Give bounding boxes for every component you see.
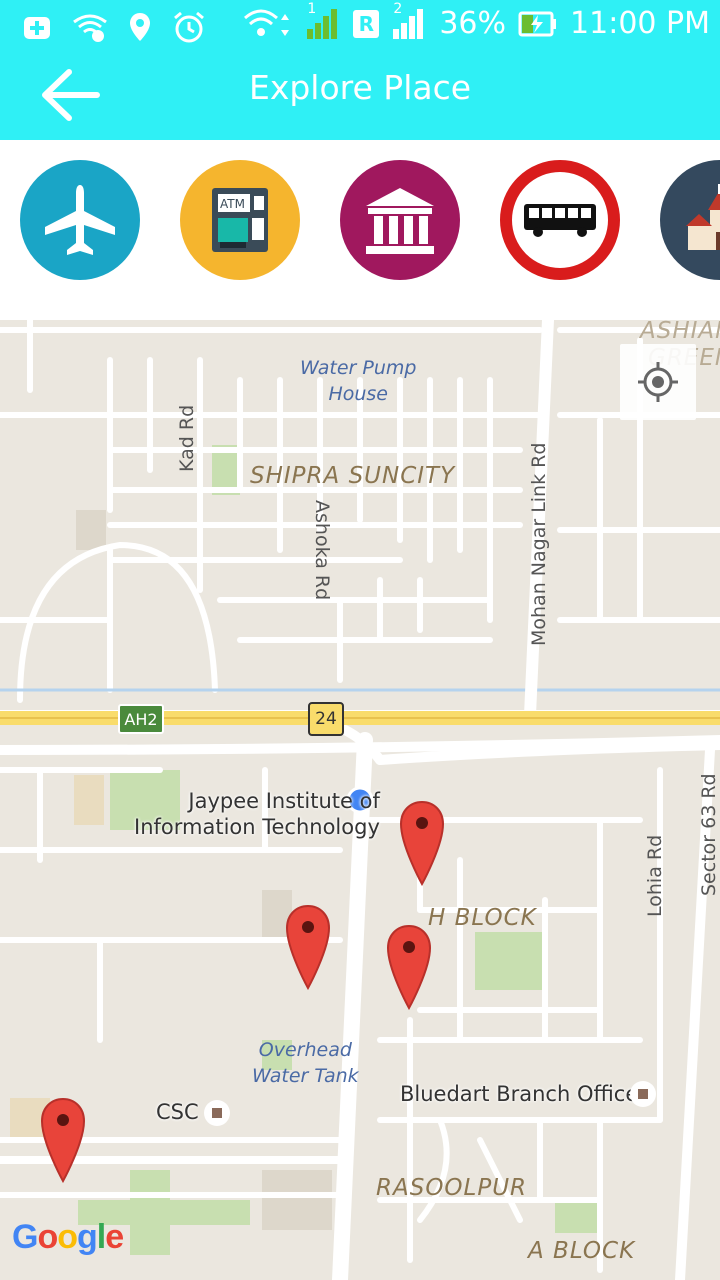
label-overhead-water-tank: Overhead Water Tank (252, 1037, 359, 1089)
svg-text:Google: Google (12, 1218, 123, 1256)
label-bluedart: Bluedart Branch Office (400, 1082, 639, 1106)
church-icon (686, 184, 720, 250)
map-marker[interactable] (285, 904, 331, 990)
area-label-shipra-suncity: SHIPRA SUNCITY (250, 463, 456, 489)
status-left-icons (22, 10, 206, 44)
label-line: Information Technology (134, 815, 380, 839)
area-label-ashiana: ASHIANA (640, 320, 720, 344)
road-label-sector-63-rd: Sector 63 Rd (698, 773, 720, 896)
poi-bluedart[interactable] (630, 1081, 656, 1107)
building-area (76, 510, 106, 550)
my-location-button[interactable] (620, 344, 696, 420)
category-bank[interactable] (340, 160, 460, 280)
battery-percent: 36% (439, 6, 507, 41)
category-airport[interactable] (20, 160, 140, 280)
sim1-label: 1 (307, 0, 317, 17)
highway-shield-ah2: AH2 (118, 704, 164, 734)
bank-icon (366, 188, 434, 254)
status-bar: 1 R 2 36% 11:00 PM (0, 0, 720, 50)
road-label-ashoka-rd: Ashoka Rd (311, 500, 333, 601)
shield-label: 24 (315, 709, 337, 729)
category-bus-station[interactable] (500, 160, 620, 280)
label-csc: CSC (156, 1100, 199, 1124)
area-label-h-block: H BLOCK (428, 905, 537, 931)
poi-csc[interactable] (204, 1100, 230, 1126)
highway-shield-24: 24 (308, 702, 344, 736)
area-label-a-block: A BLOCK (528, 1238, 636, 1264)
park-area (555, 1198, 600, 1233)
shield-label: AH2 (124, 709, 158, 729)
battery-charging-icon (518, 11, 557, 36)
label-line: Overhead (258, 1039, 352, 1061)
wifi-icon (244, 9, 290, 36)
map-view[interactable]: AH2 24 SHIPRA SUNCITY H BLOCK RASOOLPUR … (0, 320, 720, 1280)
status-right-icons: 1 R 2 36% 11:00 PM (243, 1, 710, 41)
map-marker[interactable] (40, 1097, 86, 1183)
park-area (74, 775, 104, 825)
google-logo-image: Google (12, 1218, 124, 1256)
label-jaypee-institute: Jaypee Institute of Information Technolo… (134, 788, 380, 840)
app-bar: Explore Place (0, 50, 720, 140)
sim2-label: 2 (393, 0, 403, 17)
sim1-signal-icon: 1 (305, 1, 341, 41)
label-line: House (328, 383, 388, 405)
location-icon (130, 13, 150, 41)
map-marker[interactable] (399, 800, 445, 886)
label-line: Water Pump (300, 357, 417, 379)
category-atm[interactable]: ATM (180, 160, 300, 280)
roaming-label: R (358, 11, 375, 36)
park-area (475, 932, 543, 990)
category-church[interactable] (660, 160, 720, 280)
road-label-lohia-rd: Lohia Rd (644, 834, 666, 917)
label-line: Jaypee Institute of (188, 789, 380, 813)
label-water-pump-house: Water Pump House (300, 355, 416, 407)
roaming-badge: R (353, 9, 380, 38)
sim2-signal-icon: 2 (391, 1, 427, 41)
category-strip[interactable]: ATM (0, 140, 720, 320)
road-label-kad-rd: Kad Rd (176, 404, 198, 472)
google-logo: Google (12, 1217, 128, 1266)
page-title: Explore Place (248, 68, 472, 107)
map-marker[interactable] (386, 924, 432, 1010)
bus-icon (524, 204, 596, 237)
add-notification-icon (24, 17, 50, 39)
clock: 11:00 PM (570, 6, 710, 41)
crosshair-icon (638, 362, 678, 402)
svg-text:ATM: ATM (220, 197, 245, 211)
road-label-mohan-nagar-link-rd: Mohan Nagar Link Rd (528, 442, 550, 646)
alarm-icon (174, 11, 204, 43)
building-area (262, 1170, 332, 1230)
area-label-rasoolpur: RASOOLPUR (376, 1175, 528, 1201)
label-line: Water Tank (252, 1065, 359, 1087)
wifi-question-icon (73, 14, 107, 42)
atm-icon: ATM (212, 188, 268, 252)
airplane-icon (45, 185, 115, 255)
